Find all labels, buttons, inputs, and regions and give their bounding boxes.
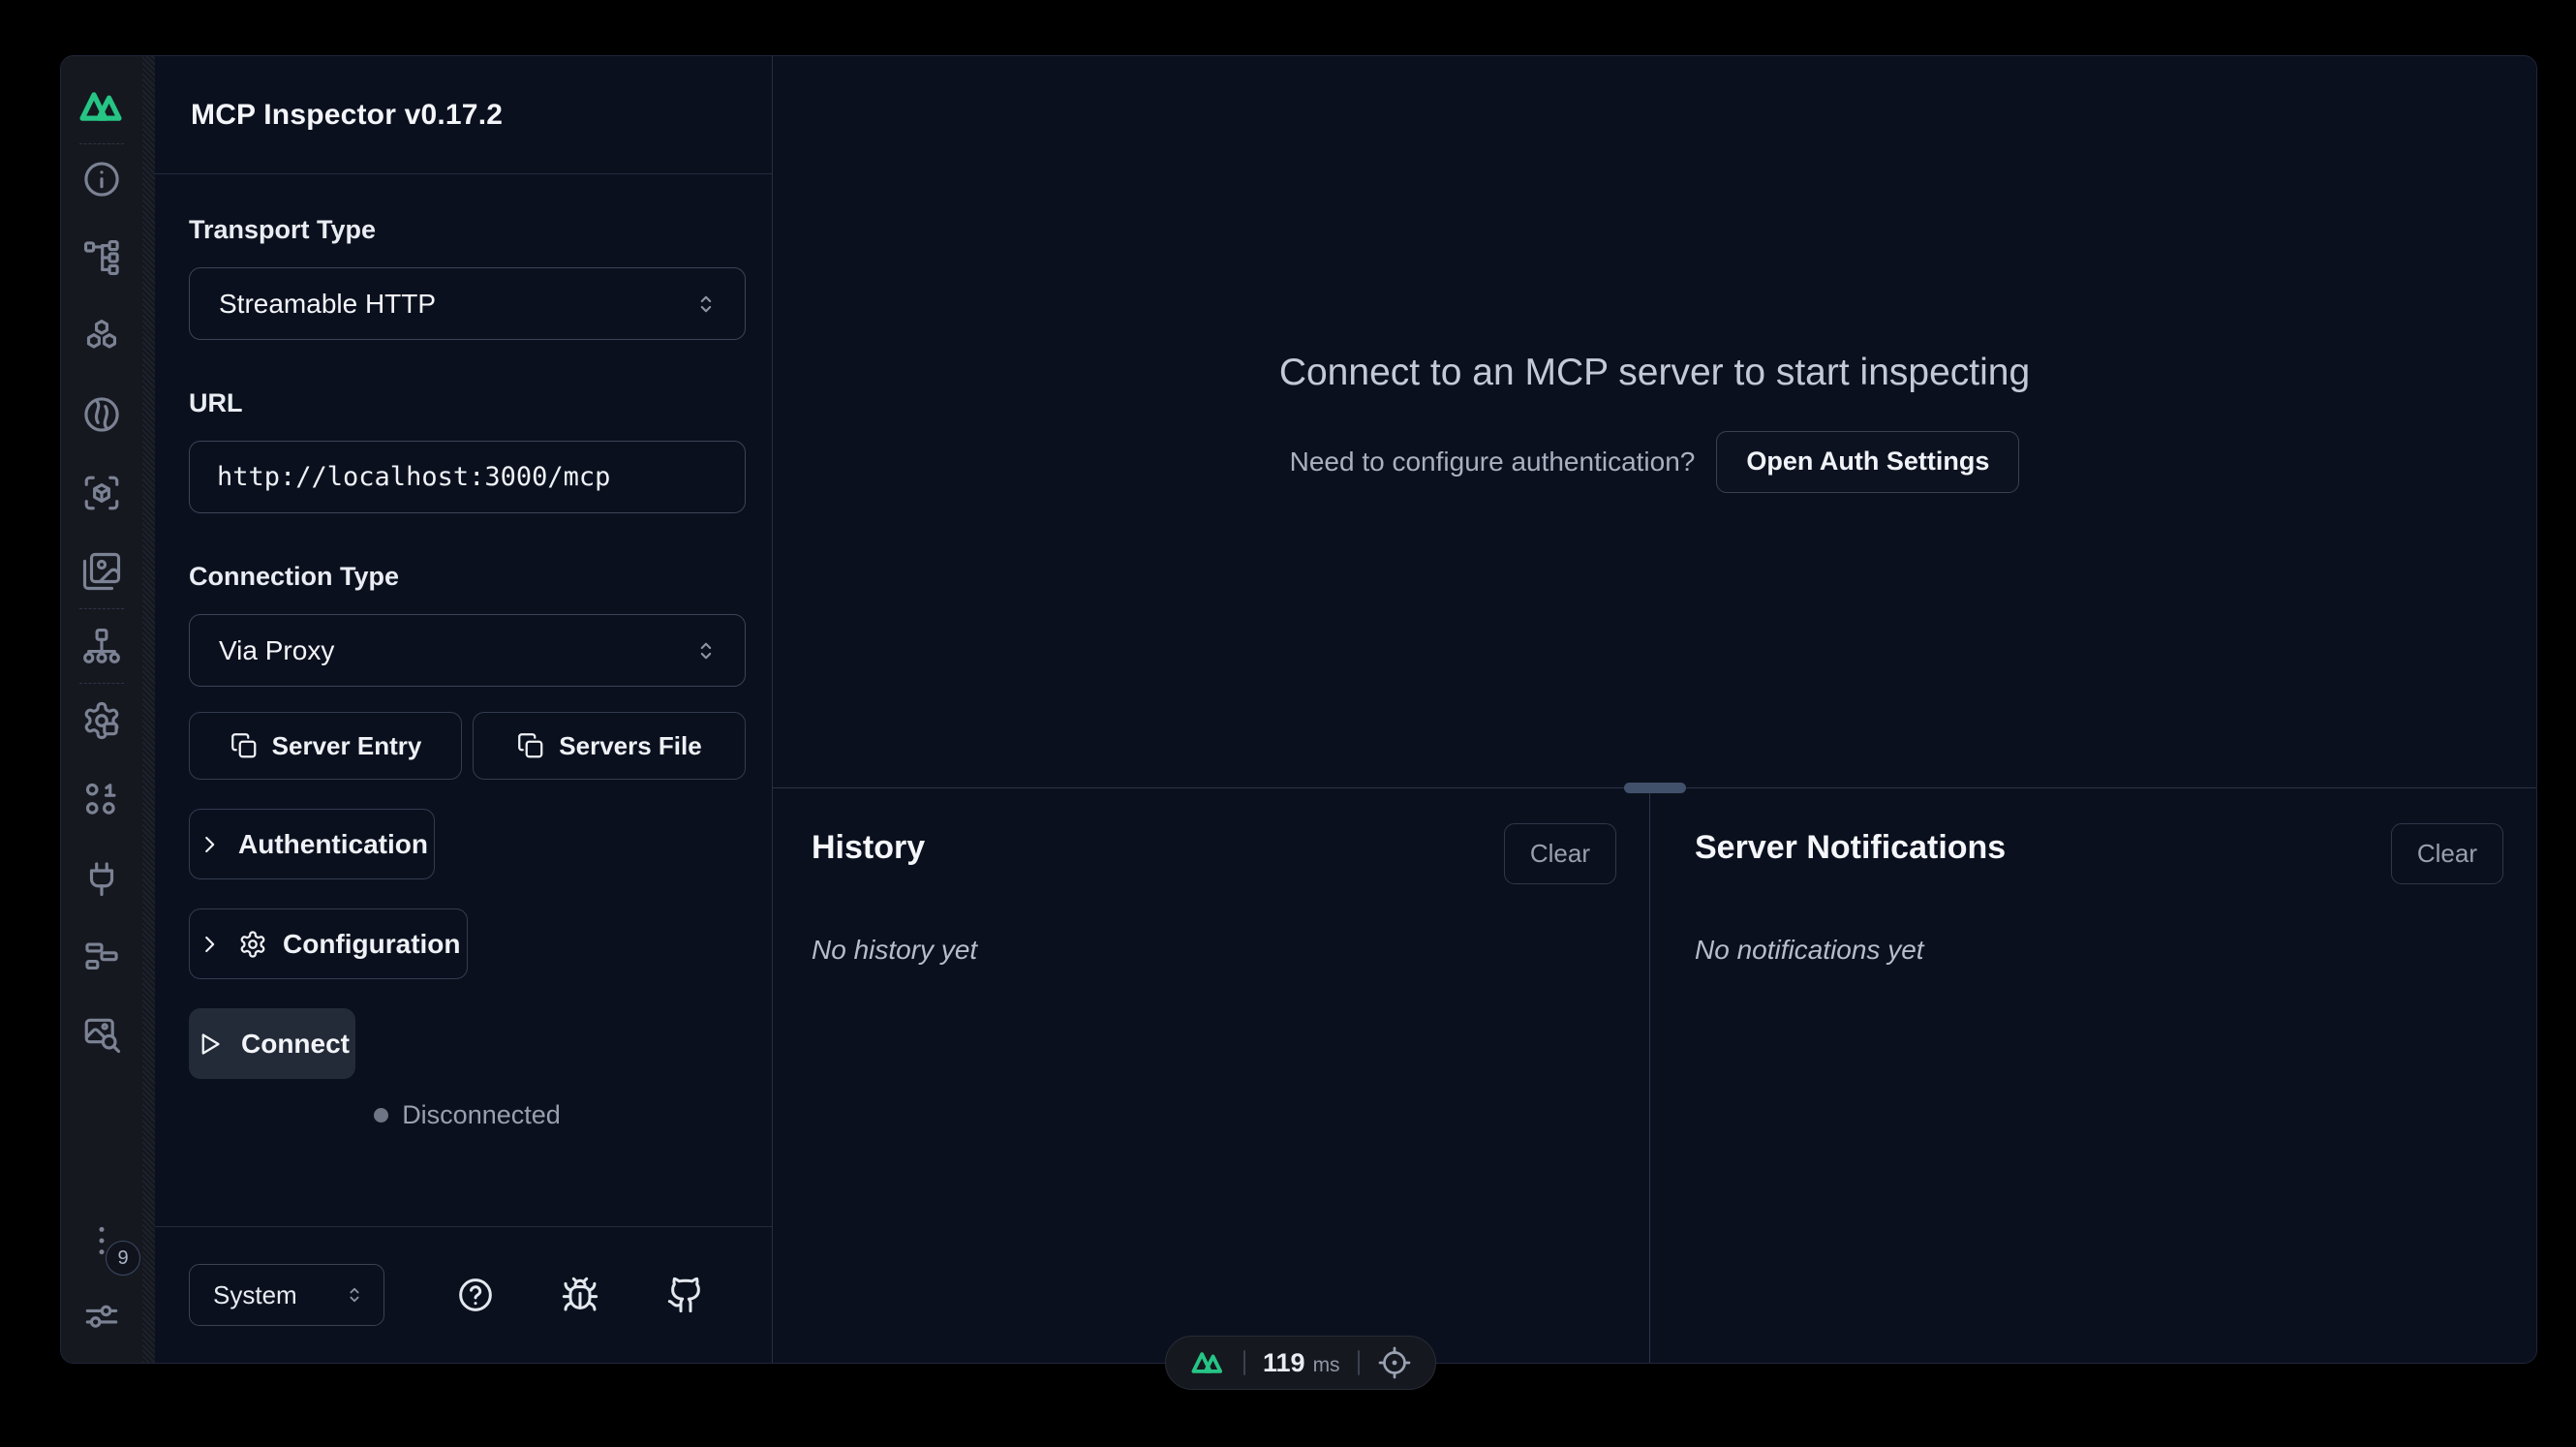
gear-icon: [238, 930, 267, 959]
authentication-expander[interactable]: Authentication: [189, 809, 435, 879]
github-icon[interactable]: [664, 1274, 707, 1316]
history-panel: History Clear No history yet: [773, 788, 1649, 1363]
info-icon[interactable]: [80, 158, 123, 200]
auth-prompt: Need to configure authentication?: [1290, 446, 1696, 477]
server-notifications-panel: Server Notifications Clear No notificati…: [1649, 788, 2536, 1363]
rail-divider: [79, 683, 124, 684]
chevron-right-icon: [196, 831, 223, 858]
chevrons-up-down-icon: [692, 291, 720, 318]
servers-file-button[interactable]: Servers File: [473, 712, 746, 780]
panel-split-divider: [773, 787, 2536, 788]
network-icon[interactable]: [80, 625, 123, 667]
mcp-logo-icon: [77, 79, 127, 134]
connection-status: Disconnected: [189, 1100, 746, 1130]
authentication-label: Authentication: [238, 829, 428, 860]
notifications-clear-button[interactable]: Clear: [2391, 823, 2503, 884]
tools-icon[interactable]: [80, 393, 123, 436]
latency-readout: 119 ms: [1263, 1348, 1340, 1378]
chevrons-up-down-icon: [692, 637, 720, 664]
play-icon: [195, 1030, 224, 1059]
server-notifications-title: Server Notifications: [1695, 829, 2006, 867]
blocks-icon[interactable]: [80, 935, 123, 977]
configuration-label: Configuration: [283, 929, 461, 960]
binary-icon[interactable]: [80, 778, 123, 820]
notifications-empty-text: No notifications yet: [1695, 935, 2503, 966]
rail-divider: [79, 608, 124, 609]
inspector-empty-state: Connect to an MCP server to start inspec…: [773, 56, 2536, 787]
sidebar-footer: System: [155, 1226, 772, 1363]
images-icon[interactable]: [80, 550, 123, 593]
gear-icon[interactable]: [80, 699, 123, 742]
connect-label: Connect: [241, 1029, 350, 1060]
hexagons-icon[interactable]: [80, 315, 123, 357]
copy-icon: [230, 731, 259, 760]
latency-unit: ms: [1313, 1354, 1340, 1377]
locate-icon[interactable]: [1377, 1345, 1412, 1380]
main-area: Connect to an MCP server to start inspec…: [773, 56, 2536, 1363]
cube-scan-icon[interactable]: [80, 472, 123, 514]
app-title: MCP Inspector v0.17.2: [191, 99, 503, 132]
open-auth-settings-button[interactable]: Open Auth Settings: [1716, 431, 2019, 493]
pill-separator: [1243, 1350, 1245, 1375]
connection-type-label: Connection Type: [189, 562, 746, 592]
icon-rail: 9: [61, 56, 142, 1363]
footer-icons: [423, 1274, 738, 1316]
rail-divider: [79, 143, 124, 144]
mcp-logo-icon: [1189, 1344, 1226, 1381]
transport-type-select[interactable]: Streamable HTTP: [189, 267, 746, 340]
more-ellipsis-icon[interactable]: 9: [80, 1219, 123, 1262]
bottom-panels: History Clear No history yet Server Noti…: [773, 788, 2536, 1363]
history-empty-text: No history yet: [812, 935, 1616, 966]
status-dot-icon: [374, 1108, 388, 1123]
server-entry-label: Server Entry: [272, 731, 422, 761]
sliders-icon[interactable]: [80, 1295, 123, 1338]
theme-select[interactable]: System: [189, 1264, 384, 1326]
rail-nav-bottom: [80, 699, 123, 1056]
empty-state-title: Connect to an MCP server to start inspec…: [1279, 352, 2030, 394]
image-search-icon[interactable]: [80, 1013, 123, 1056]
history-title: History: [812, 829, 925, 867]
url-input[interactable]: http://localhost:3000/mcp: [189, 441, 746, 513]
auth-row: Need to configure authentication? Open A…: [1290, 431, 2020, 493]
desktop-background: 9 MCP Inspector v0.17.2 Transport Type: [0, 0, 2576, 1447]
bug-icon[interactable]: [559, 1274, 601, 1316]
connection-type-select[interactable]: Via Proxy: [189, 614, 746, 687]
help-circle-icon[interactable]: [454, 1274, 497, 1316]
rail-nav-top: [80, 158, 123, 593]
sidebar-body: Transport Type Streamable HTTP URL http:…: [155, 174, 772, 1226]
status-text: Disconnected: [402, 1100, 561, 1130]
server-entry-button[interactable]: Server Entry: [189, 712, 462, 780]
chevron-right-icon: [196, 931, 223, 958]
more-count-badge: 9: [106, 1241, 140, 1276]
resize-handle[interactable]: [1624, 783, 1686, 793]
pill-separator: [1358, 1350, 1360, 1375]
plug-icon[interactable]: [80, 856, 123, 899]
chevrons-up-down-icon: [343, 1283, 366, 1307]
history-clear-button[interactable]: Clear: [1504, 823, 1616, 884]
sidebar-header: MCP Inspector v0.17.2: [155, 56, 772, 174]
connection-sidebar: MCP Inspector v0.17.2 Transport Type Str…: [155, 56, 773, 1363]
latency-value: 119: [1263, 1348, 1305, 1378]
url-label: URL: [189, 388, 746, 418]
configuration-expander[interactable]: Configuration: [189, 908, 468, 979]
connect-button[interactable]: Connect: [189, 1008, 355, 1079]
theme-value: System: [213, 1280, 297, 1310]
rail-bottom: 9: [80, 1219, 123, 1363]
url-value: http://localhost:3000/mcp: [217, 462, 610, 492]
rail-scrollbar[interactable]: [142, 56, 155, 1363]
copy-icon: [516, 731, 545, 760]
app-window: 9 MCP Inspector v0.17.2 Transport Type: [60, 55, 2537, 1364]
transport-type-value: Streamable HTTP: [219, 289, 436, 320]
list-tree-icon[interactable]: [80, 236, 123, 279]
connection-type-value: Via Proxy: [219, 635, 334, 666]
latency-status-pill: 119 ms: [1165, 1336, 1436, 1390]
transport-type-label: Transport Type: [189, 215, 746, 245]
servers-file-label: Servers File: [559, 731, 701, 761]
